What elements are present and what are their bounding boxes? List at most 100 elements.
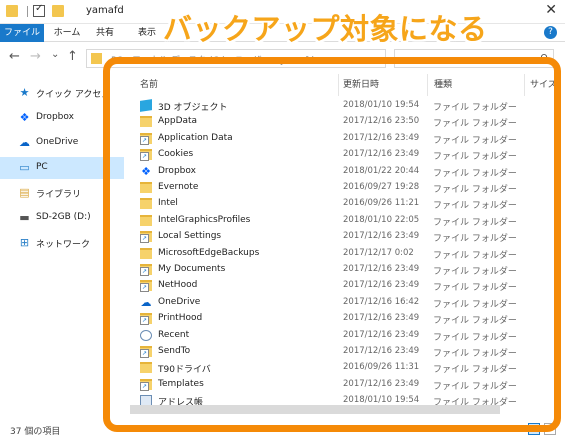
table-row[interactable]: NetHood 2017/12/16 23:49 ファイル フォルダー — [134, 278, 554, 295]
recent-locations-icon[interactable]: ⌄ — [51, 49, 59, 60]
file-date: 2017/12/16 23:49 — [343, 313, 420, 324]
nav-item-label: Dropbox — [36, 112, 74, 122]
table-row[interactable]: 3D オブジェクト 2018/01/10 19:54 ファイル フォルダー — [134, 98, 554, 115]
search-input[interactable]: ⚲ — [394, 49, 554, 68]
column-header-name[interactable]: 名前 — [140, 74, 330, 96]
nav-item-dropbox[interactable]: ❖ Dropbox — [0, 107, 124, 129]
column-header-type[interactable]: 種類 — [434, 74, 514, 96]
column-divider[interactable] — [427, 74, 428, 96]
details-view-icon[interactable] — [528, 423, 540, 435]
table-row[interactable]: Local Settings 2017/12/16 23:49 ファイル フォルダー — [134, 229, 554, 246]
file-name: Application Data — [158, 132, 233, 143]
new-folder-icon[interactable] — [52, 5, 64, 17]
nav-item-label: クイック アクセス — [36, 90, 111, 100]
table-row[interactable]: T90ドライバ 2016/09/26 11:31 ファイル フォルダー — [134, 360, 554, 377]
file-type: ファイル フォルダー — [433, 135, 517, 146]
file-type: ファイル フォルダー — [433, 185, 517, 195]
back-arrow-icon[interactable]: ← — [9, 49, 20, 64]
file-name: Intel — [158, 198, 178, 209]
large-icons-view-icon[interactable] — [544, 423, 556, 435]
folder-icon — [140, 362, 152, 374]
file-name: Cookies — [158, 149, 194, 160]
table-row[interactable]: My Documents 2017/12/16 23:49 ファイル フォルダー — [134, 262, 554, 279]
nav-item-network[interactable]: ⊞ ネットワーク — [0, 232, 124, 254]
nav-item-libraries[interactable]: ▤ ライブラリ — [0, 182, 124, 204]
folder-shortcut-icon — [140, 149, 152, 162]
table-row[interactable]: SendTo 2017/12/16 23:49 ファイル フォルダー — [134, 344, 554, 361]
column-divider[interactable] — [524, 74, 525, 96]
file-name: 3D オブジェクト — [158, 103, 228, 113]
table-row[interactable]: Recent 2017/12/16 23:49 ファイル フォルダー — [134, 328, 554, 345]
table-row[interactable]: Intel 2016/09/26 11:21 ファイル フォルダー — [134, 196, 554, 213]
close-icon[interactable]: ✕ — [545, 2, 557, 18]
properties-icon[interactable] — [33, 3, 45, 17]
file-name: T90ドライバ — [158, 365, 211, 376]
file-name: Recent — [158, 329, 190, 340]
nav-item-label: OneDrive — [36, 137, 79, 147]
file-name: Dropbox — [158, 165, 196, 176]
table-row[interactable]: PrintHood 2017/12/16 23:49 ファイル フォルダー — [134, 311, 554, 328]
up-arrow-icon[interactable]: ↑ — [67, 49, 78, 64]
nav-item-quick-access[interactable]: ★ クイック アクセス — [0, 82, 124, 104]
file-name: SendTo — [158, 346, 191, 356]
file-name: My Documents — [158, 264, 226, 274]
folder-icon — [6, 5, 18, 17]
table-row[interactable]: Cookies 2017/12/16 23:49 ファイル フォルダー — [134, 147, 554, 164]
network-icon: ⊞ — [19, 236, 30, 249]
tab-view[interactable]: 表示 — [134, 24, 160, 42]
file-date: 2017/12/17 0:02 — [343, 247, 414, 258]
column-header-date[interactable]: 更新日時 — [343, 74, 423, 96]
table-row[interactable]: Evernote 2016/09/27 19:28 ファイル フォルダー — [134, 180, 554, 197]
column-divider[interactable] — [338, 74, 339, 96]
table-row[interactable]: ❖ Dropbox 2018/01/22 20:44 ファイル フォルダー — [134, 164, 554, 181]
table-row[interactable]: Application Data 2017/12/16 23:49 ファイル フォル… — [134, 131, 554, 148]
nav-item-sd-drive[interactable]: ▬ SD-2GB (D:) — [0, 207, 124, 229]
file-type: ファイル フォルダー — [433, 234, 517, 245]
file-date: 2017/12/16 23:49 — [343, 329, 420, 340]
file-type: ファイル フォルダー — [433, 217, 517, 228]
navigation-pane: ★ クイック アクセス ❖ Dropbox ☁ OneDrive ▭ PC ▤ … — [0, 74, 124, 420]
file-name: Templates — [158, 378, 204, 389]
nav-item-label: ライブラリ — [36, 190, 82, 200]
file-name: IntelGraphicsProfiles — [158, 214, 251, 225]
folder-shortcut-icon — [140, 231, 152, 244]
file-type: ファイル フォルダー — [433, 119, 517, 130]
table-row[interactable]: Templates 2017/12/16 23:49 ファイル フォルダー — [134, 377, 554, 394]
file-type: ファイル フォルダー — [433, 332, 517, 343]
table-row[interactable]: AppData 2017/12/16 23:50 ファイル フォルダー — [134, 114, 554, 131]
banner-annotation: バックアップ対象になる — [163, 12, 488, 46]
address-bar[interactable]: PC › ローカル ディスク (C:) › ユーザー › yamafd — [86, 49, 386, 68]
file-date: 2018/01/10 22:05 — [343, 214, 420, 225]
file-date: 2018/01/10 19:54 — [343, 395, 420, 406]
nav-item-label: ネットワーク — [36, 240, 91, 250]
file-type: ファイル フォルダー — [433, 299, 517, 310]
tab-file[interactable]: ファイル — [0, 24, 44, 42]
toolbar-separator — [27, 6, 28, 17]
folder-shortcut-icon — [140, 346, 152, 358]
folder-shortcut-icon — [140, 132, 152, 145]
star-icon: ★ — [19, 86, 30, 99]
table-row[interactable]: IntelGraphicsProfiles 2018/01/10 22:05 ファイ… — [134, 213, 554, 230]
file-type: ファイル フォルダー — [433, 365, 517, 376]
table-row[interactable]: MicrosoftEdgeBackups 2017/12/17 0:02 ファイル … — [134, 246, 554, 263]
file-type: ファイル フォルダー — [433, 201, 517, 212]
horizontal-scrollbar[interactable] — [130, 405, 500, 414]
folder-icon — [140, 198, 152, 210]
nav-item-onedrive[interactable]: ☁ OneDrive — [0, 132, 124, 154]
file-date: 2017/12/16 23:49 — [343, 378, 420, 389]
nav-item-pc[interactable]: ▭ PC — [0, 157, 124, 179]
file-date: 2018/01/10 19:54 — [343, 100, 420, 110]
file-date: 2016/09/26 11:21 — [343, 198, 420, 209]
tab-share[interactable]: 共有 — [92, 24, 118, 42]
table-row[interactable]: ☁ OneDrive 2017/12/16 16:42 ファイル フォルダー — [134, 295, 554, 312]
search-icon: ⚲ — [539, 52, 548, 65]
column-header-size[interactable]: サイズ — [530, 74, 565, 96]
forward-arrow-icon[interactable]: → — [30, 49, 41, 64]
help-icon[interactable]: ? — [544, 26, 557, 39]
breadcrumb: PC › ローカル ディスク (C:) › ユーザー › yamafd — [111, 56, 314, 66]
tab-home[interactable]: ホーム — [50, 24, 84, 42]
file-name: OneDrive — [158, 296, 201, 307]
window-title: yamafd — [86, 5, 124, 16]
file-type: ファイル フォルダー — [433, 349, 517, 359]
file-type: ファイル フォルダー — [433, 283, 517, 294]
